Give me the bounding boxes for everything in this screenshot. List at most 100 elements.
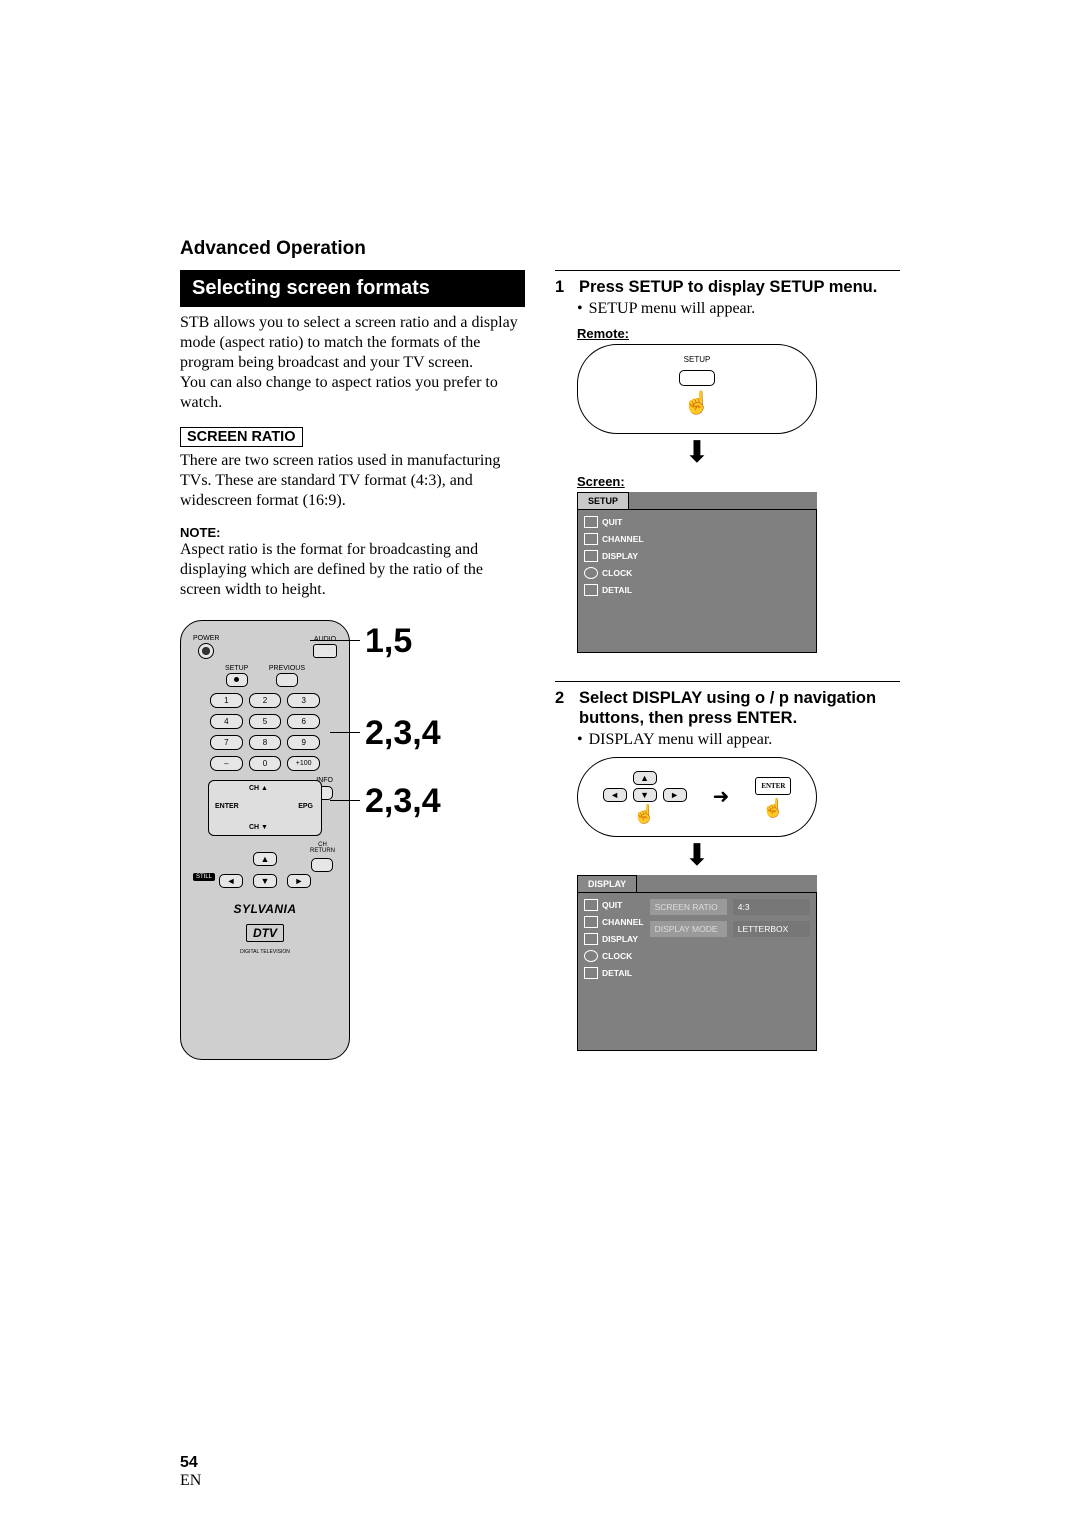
step-number: 1: [555, 277, 569, 298]
screen-ratio-body: There are two screen ratios used in manu…: [180, 451, 525, 511]
dtv-logo: DTV: [246, 924, 284, 942]
display-options: SCREEN RATIO 4:3 DISPLAY MODE LETTERBOX: [650, 899, 810, 1044]
menu-item: CHANNEL: [602, 534, 644, 544]
step-1: 1 Press SETUP to display SETUP menu. SET…: [555, 270, 900, 653]
num-dash: –: [210, 756, 243, 771]
menu-item: DETAIL: [602, 585, 632, 595]
intro-paragraph-2: You can also change to aspect ratios you…: [180, 373, 525, 413]
display-menu-screenshot: DISPLAY QUIT CHANNEL DISPLAY CLOCK DETAI…: [577, 875, 817, 1051]
step-number: 2: [555, 688, 569, 709]
num-8: 8: [249, 735, 282, 750]
display-icon: [584, 933, 598, 945]
clock-icon: [584, 567, 598, 579]
ch-up-label: CH ▲: [249, 785, 268, 792]
screen-label: Screen:: [577, 474, 900, 489]
arrow-down-btn: ▼: [253, 874, 277, 888]
num-2: 2: [249, 693, 282, 708]
brand-logo: SYLVANIA: [233, 902, 296, 916]
step-heading: Press SETUP to display SETUP menu.: [579, 277, 877, 298]
num-plus100: +100: [287, 756, 320, 771]
still-label: STILL: [193, 873, 215, 881]
enter-label: ENTER: [215, 803, 239, 810]
callout-2-3-4a: 2,3,4: [365, 714, 441, 753]
menu-item: CLOCK: [602, 951, 632, 961]
intro-paragraph-1: STB allows you to select a screen ratio …: [180, 313, 525, 373]
setup-menu-sidebar: QUIT CHANNEL DISPLAY CLOCK DETAIL: [584, 516, 644, 646]
arrow-right-icon: ➜: [713, 784, 730, 809]
left-column: Selecting screen formats STB allows you …: [180, 270, 525, 1060]
ch-dn-label: CH ▼: [249, 824, 268, 831]
previous-button: [276, 673, 298, 687]
arrow-right-btn: ►: [287, 874, 311, 888]
note-label: NOTE:: [180, 525, 525, 540]
num-7: 7: [210, 735, 243, 750]
setup-small-label: SETUP: [684, 355, 711, 364]
page-number: 54: [180, 1454, 198, 1472]
setup-menu-screenshot: SETUP QUIT CHANNEL DISPLAY CLOCK DETAIL: [577, 492, 817, 653]
menu-item: DISPLAY: [602, 551, 638, 561]
arrow-row-2: ◄ ▼ ►: [219, 874, 311, 888]
page-language: EN: [180, 1472, 201, 1490]
nav-left-icon: ◄: [603, 788, 627, 802]
step-bullet: DISPLAY menu will appear.: [577, 731, 900, 749]
audio-button: [313, 644, 337, 658]
num-5: 5: [249, 714, 282, 729]
leader-line: [330, 800, 360, 801]
dtv-subtext: DIGITAL TELEVISION: [240, 949, 290, 955]
callout-1-5: 1,5: [365, 622, 412, 661]
option-label: DISPLAY MODE: [650, 921, 727, 937]
step-bullet: SETUP menu will appear.: [577, 300, 900, 318]
menu-item: QUIT: [602, 900, 622, 910]
epg-label: EPG: [298, 803, 313, 810]
num-3: 3: [287, 693, 320, 708]
callout-2-3-4b: 2,3,4: [365, 782, 441, 821]
setup-label: SETUP: [225, 665, 248, 672]
setup-tab: SETUP: [577, 492, 629, 509]
leader-line: [330, 732, 360, 733]
detail-icon: [584, 967, 598, 979]
num-6: 6: [287, 714, 320, 729]
num-9: 9: [287, 735, 320, 750]
menu-item: CHANNEL: [602, 917, 644, 927]
previous-label: PREVIOUS: [269, 665, 305, 672]
nav-up-icon: ▲: [633, 771, 657, 785]
power-button: [198, 643, 214, 659]
step-heading: Select DISPLAY using o / p navigation bu…: [579, 688, 900, 729]
power-label: POWER: [193, 635, 219, 642]
hand-icon: ☝: [633, 805, 655, 823]
topic-title-bar: Selecting screen formats: [180, 270, 525, 307]
remote-snippet: SETUP ☝: [577, 344, 817, 434]
channel-icon: [584, 533, 598, 545]
menu-item: QUIT: [602, 517, 622, 527]
down-arrow-icon: ⬇: [577, 841, 817, 871]
hand-icon: ☝: [762, 799, 784, 817]
display-icon: [584, 550, 598, 562]
arrow-left-btn: ◄: [219, 874, 243, 888]
option-value: 4:3: [733, 899, 810, 915]
ch-return-label: CH RETURN: [310, 842, 335, 854]
two-column-layout: Selecting screen formats STB allows you …: [180, 270, 900, 1060]
menu-item: CLOCK: [602, 568, 632, 578]
screen-ratio-heading: SCREEN RATIO: [180, 427, 303, 447]
nav-snippet: ▲ ◄ ▼ ► ☝ ➜ ENTER ☝: [577, 757, 817, 837]
remote-illustration: POWER AUDIO SETUP: [180, 620, 350, 1060]
step-2: 2 Select DISPLAY using o / p navigation …: [555, 681, 900, 1051]
setup-small-button: [679, 370, 715, 386]
nav-right-icon: ►: [663, 788, 687, 802]
option-value: LETTERBOX: [733, 921, 810, 937]
manual-page: Advanced Operation Selecting screen form…: [0, 0, 1080, 1528]
menu-item: DISPLAY: [602, 934, 638, 944]
nav-pad: CH ▲ CH ▼ ENTER EPG: [208, 780, 322, 836]
quit-icon: [584, 899, 598, 911]
number-pad: 1 2 3 4 5 6 7 8 9 – 0 +100: [210, 693, 320, 771]
arrow-up-btn: ▲: [253, 852, 277, 866]
hand-icon: ☝: [683, 392, 710, 414]
clock-icon: [584, 950, 598, 962]
option-label: SCREEN RATIO: [650, 899, 727, 915]
down-arrow-icon: ⬇: [577, 438, 817, 468]
detail-icon: [584, 584, 598, 596]
nav-cross: ▲ ◄ ▼ ► ☝: [603, 771, 687, 823]
quit-icon: [584, 516, 598, 528]
display-tab: DISPLAY: [577, 875, 637, 892]
display-menu-sidebar: QUIT CHANNEL DISPLAY CLOCK DETAIL: [584, 899, 644, 1044]
